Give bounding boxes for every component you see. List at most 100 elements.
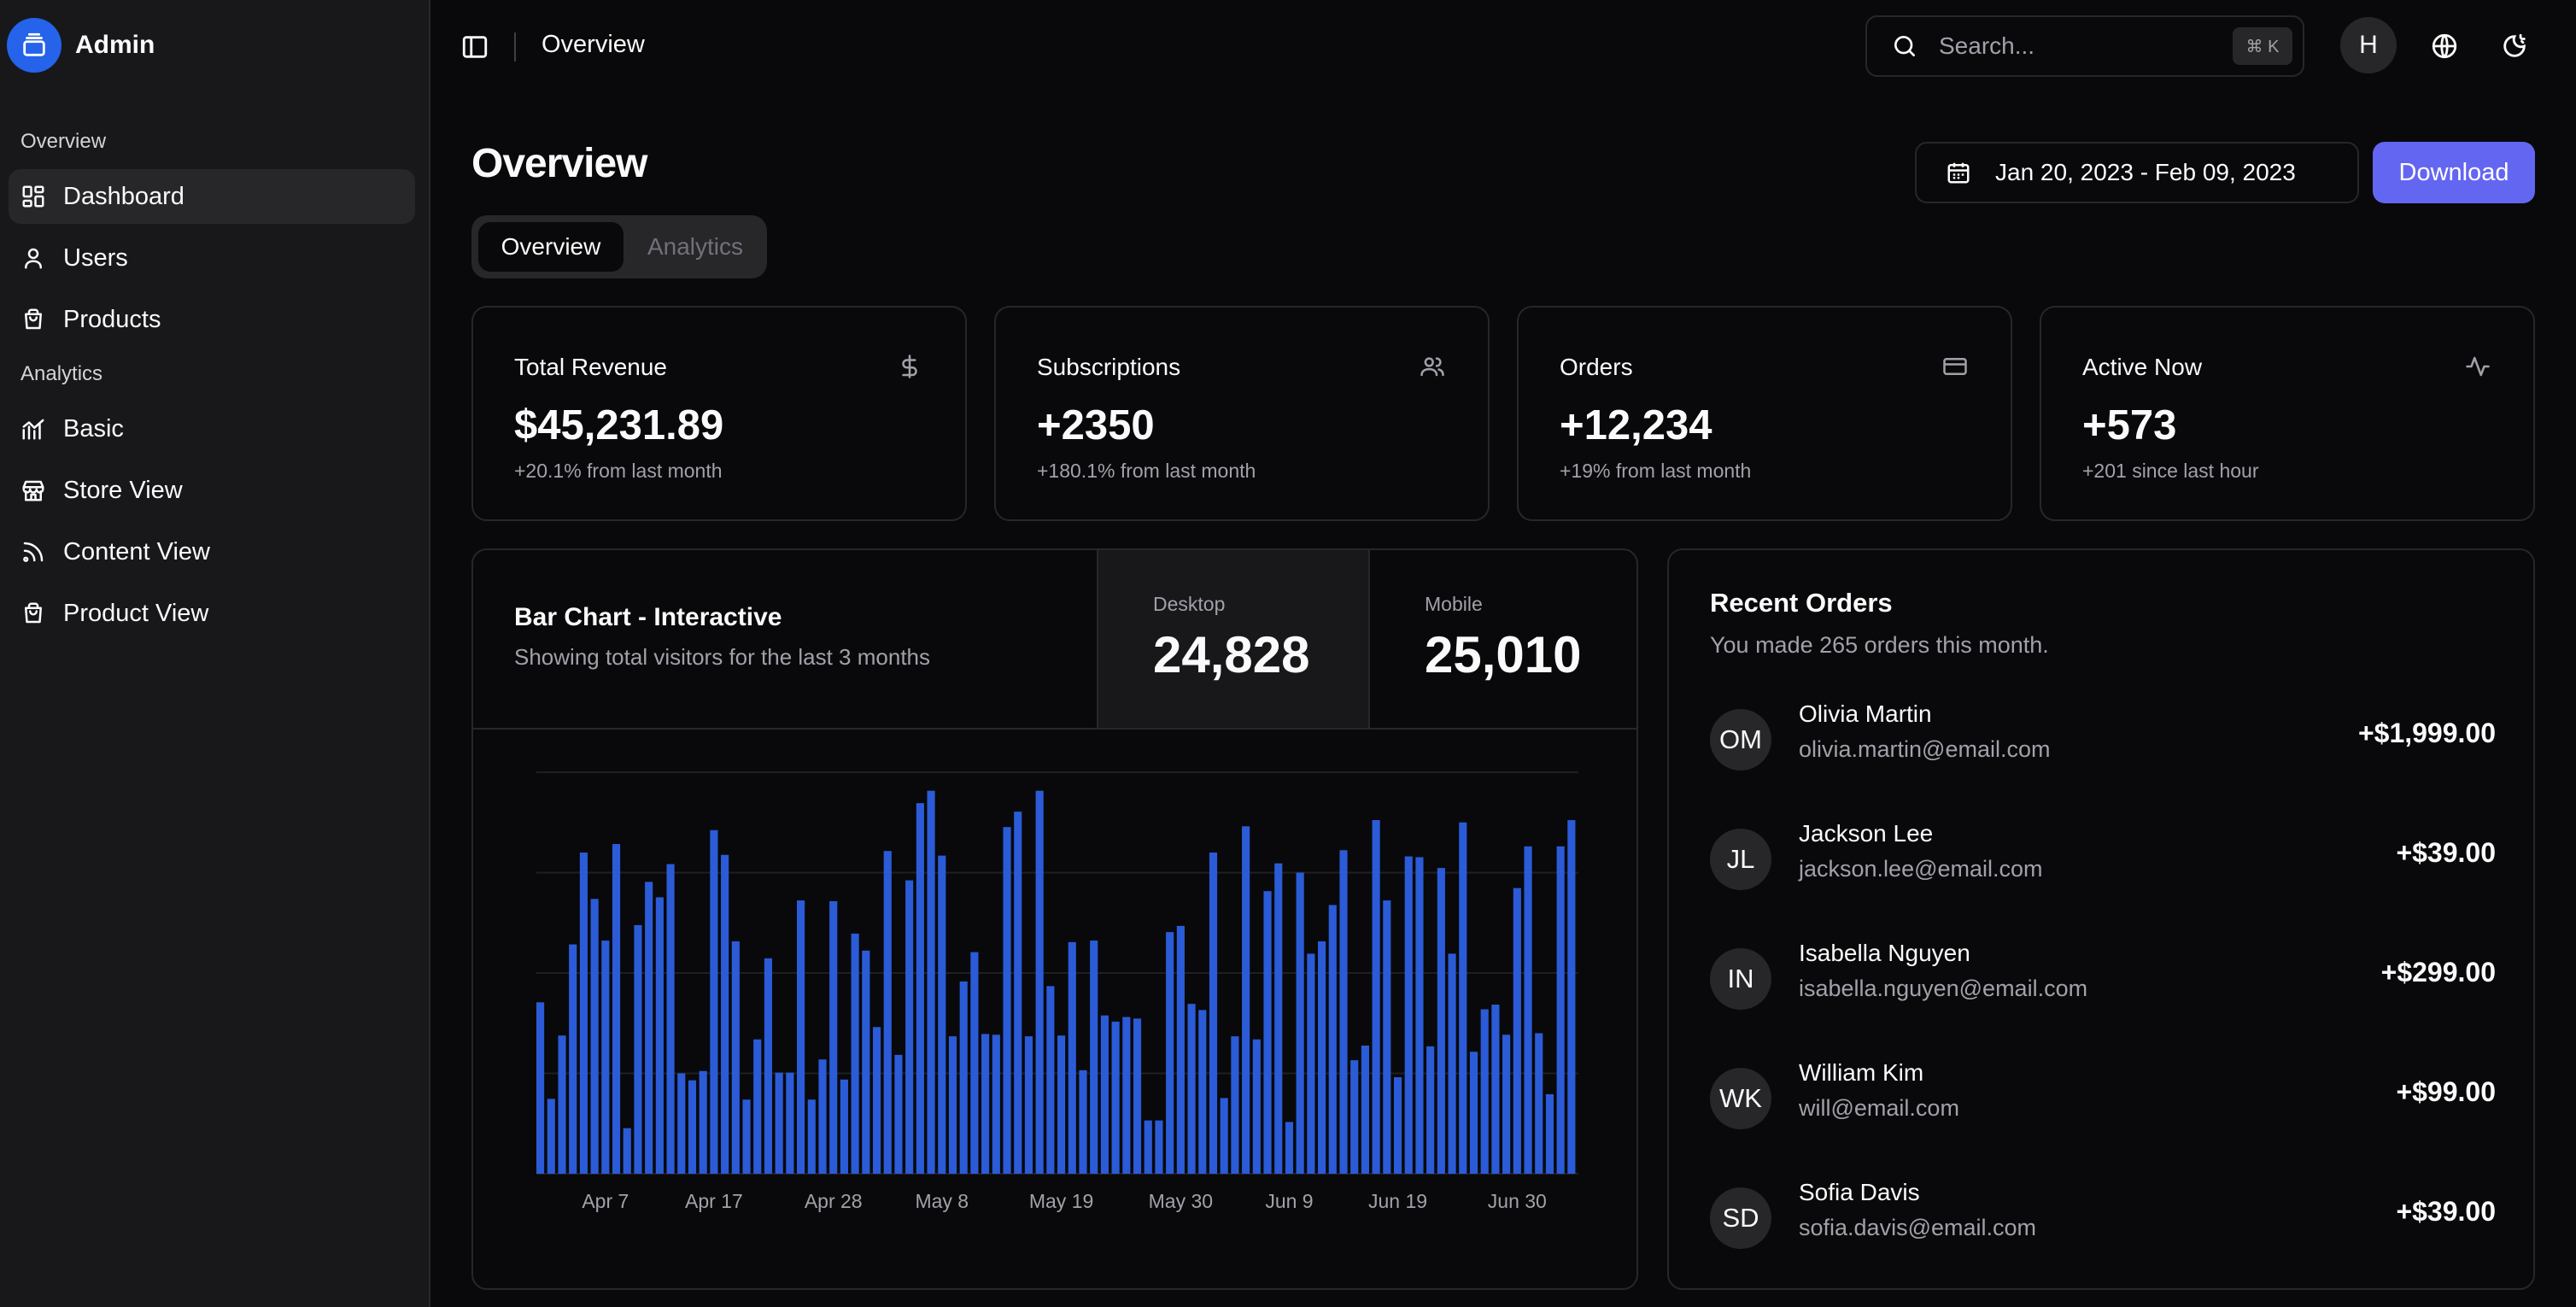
list-item[interactable]: OM Olivia Martin olivia.martin@email.com… [1710, 700, 2496, 786]
sidebar-item-users[interactable]: Users [9, 231, 415, 285]
chart-bar[interactable] [1035, 790, 1044, 1174]
chart-bar[interactable] [1111, 1021, 1120, 1174]
chart-bar[interactable] [547, 1099, 555, 1174]
chart-bar[interactable] [1361, 1045, 1369, 1174]
sidebar-item-product-view[interactable]: Product View [9, 586, 415, 641]
chart-bar[interactable] [1046, 986, 1055, 1174]
chart-bar[interactable] [1545, 1093, 1554, 1174]
chart-bar[interactable] [1209, 853, 1218, 1174]
chart-bar[interactable] [688, 1080, 697, 1174]
chart-bar[interactable] [590, 899, 599, 1174]
chart-bar[interactable] [1079, 1070, 1087, 1174]
chart-bar[interactable] [742, 1099, 751, 1174]
chart-bar[interactable] [797, 900, 805, 1174]
chart-bar[interactable] [992, 1034, 1000, 1174]
chart-bar[interactable] [677, 1073, 686, 1175]
chart-bar[interactable] [1372, 820, 1380, 1174]
chart-bar[interactable] [1274, 863, 1283, 1174]
sidebar-item-store-view[interactable]: Store View [9, 463, 415, 518]
download-button[interactable]: Download [2373, 142, 2535, 203]
chart-bar[interactable] [1556, 846, 1565, 1174]
tab-overview[interactable]: Overview [478, 222, 624, 272]
chart-bar[interactable] [1220, 1098, 1228, 1174]
chart-bar[interactable] [1404, 856, 1413, 1174]
date-range-picker[interactable]: Jan 20, 2023 - Feb 09, 2023 [1915, 142, 2359, 203]
chart-bar[interactable] [1155, 1120, 1163, 1174]
chart-bar[interactable] [1502, 1034, 1511, 1174]
chart-bar[interactable] [1328, 905, 1337, 1174]
chart-bar[interactable] [818, 1059, 827, 1174]
chart-bar[interactable] [1437, 868, 1445, 1174]
chart-bar[interactable] [1383, 900, 1391, 1174]
chart-bar[interactable] [938, 855, 946, 1174]
sidebar-item-basic[interactable]: Basic [9, 401, 415, 456]
chart-bar[interactable] [1198, 1010, 1207, 1174]
chart-toggle-desktop[interactable]: Desktop 24,828 [1097, 550, 1368, 728]
theme-toggle-button[interactable] [2497, 29, 2532, 63]
chart-bar[interactable] [1415, 857, 1424, 1174]
chart-bar[interactable] [1296, 872, 1304, 1175]
chart-bar[interactable] [883, 851, 892, 1174]
chart-bar[interactable] [579, 853, 588, 1174]
chart-bar[interactable] [558, 1035, 566, 1174]
language-button[interactable] [2427, 29, 2462, 63]
chart-bar[interactable] [1491, 1005, 1500, 1174]
chart-bar[interactable] [1307, 953, 1315, 1174]
chart-bar[interactable] [948, 1036, 957, 1174]
sidebar-item-products[interactable]: Products [9, 292, 415, 347]
chart-bar[interactable] [1187, 1004, 1196, 1174]
chart-bar[interactable] [623, 1128, 631, 1174]
chart-bar[interactable] [1459, 822, 1467, 1174]
chart-bar[interactable] [1252, 1039, 1261, 1174]
chart-bar[interactable] [1318, 941, 1326, 1174]
chart-bar[interactable] [1242, 826, 1250, 1174]
chart-bar[interactable] [1350, 1060, 1359, 1174]
brand[interactable]: Admin [7, 17, 155, 73]
chart-bar[interactable] [1144, 1120, 1152, 1174]
chart-bar[interactable] [807, 1099, 816, 1174]
chart-bar[interactable] [1524, 846, 1532, 1174]
chart-bar[interactable] [894, 1054, 903, 1174]
chart-bar[interactable] [916, 803, 924, 1174]
chart-bar[interactable] [1285, 1122, 1294, 1174]
chart-bar[interactable] [1513, 888, 1521, 1174]
chart-bar[interactable] [1133, 1018, 1142, 1174]
chart-bar[interactable] [645, 882, 653, 1174]
chart-bar[interactable] [601, 941, 610, 1174]
chart-bar[interactable] [1100, 1015, 1109, 1174]
chart-bar[interactable] [731, 941, 740, 1174]
chart-bar[interactable] [1068, 941, 1076, 1174]
chart-bar[interactable] [775, 1072, 783, 1174]
list-item[interactable]: IN Isabella Nguyen isabella.nguyen@email… [1710, 940, 2496, 1025]
tab-analytics[interactable]: Analytics [630, 222, 760, 272]
chart-bar[interactable] [862, 950, 870, 1174]
chart-bar[interactable] [970, 952, 979, 1174]
list-item[interactable]: JL Jackson Lee jackson.lee@email.com +$3… [1710, 820, 2496, 906]
chart-bar[interactable] [959, 981, 968, 1174]
chart-bar[interactable] [1014, 812, 1022, 1174]
chart-bar[interactable] [721, 854, 729, 1174]
chart-bar[interactable] [905, 880, 914, 1174]
chart-bar[interactable] [786, 1072, 794, 1174]
chart-bar[interactable] [1122, 1017, 1131, 1174]
chart-bar[interactable] [1339, 850, 1348, 1174]
chart-bar[interactable] [655, 897, 664, 1174]
chart-bar[interactable] [612, 844, 621, 1174]
chart-bar[interactable] [1090, 941, 1098, 1174]
chart-bar[interactable] [536, 1002, 545, 1174]
chart-bar[interactable] [927, 790, 935, 1174]
sidebar-toggle-button[interactable] [458, 30, 492, 64]
chart-bar[interactable] [1448, 953, 1456, 1174]
chart-bar[interactable] [1480, 1009, 1489, 1174]
chart-bar[interactable] [851, 933, 859, 1174]
chart-bar[interactable] [1166, 932, 1174, 1174]
chart-bar[interactable] [710, 829, 718, 1174]
chart-bar[interactable] [1393, 1077, 1402, 1174]
chart-bar[interactable] [1003, 827, 1011, 1174]
chart-bar[interactable] [764, 958, 773, 1174]
sidebar-item-content-view[interactable]: Content View [9, 525, 415, 579]
chart-bar[interactable] [1263, 891, 1272, 1174]
chart-bar[interactable] [1426, 1046, 1435, 1174]
chart-bar[interactable] [872, 1027, 881, 1174]
chart-bar[interactable] [699, 1070, 707, 1174]
